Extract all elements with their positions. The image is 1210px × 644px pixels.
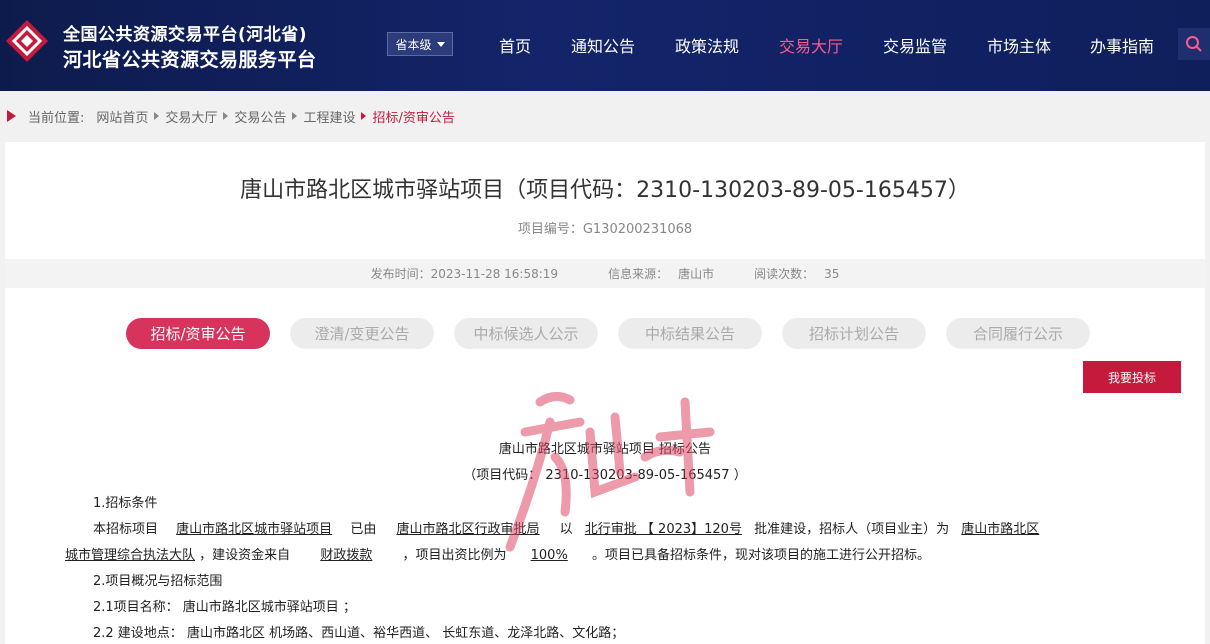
tab-clarification[interactable]: 澄清/变更公告 xyxy=(290,318,434,349)
publish-time: 发布时间：2023-11-28 16:58:19 xyxy=(370,267,559,281)
breadcrumb-separator-icon xyxy=(292,112,298,120)
doc-approval-doc: 北行审批 【 2023】120号 xyxy=(584,522,742,537)
nav-notices[interactable]: 通知公告 xyxy=(571,33,635,57)
nav-policies[interactable]: 政策法规 xyxy=(675,33,739,57)
paragraph-1-line-2: 城市管理综合执法大队 ，建设资金来自 财政拨款 ，项目出资比例为 100% 。项… xyxy=(65,544,930,563)
breadcrumb: 当前位置: 网站首页 交易大厅 交易公告 工程建设 招标/资审公告 xyxy=(0,104,455,128)
submit-bid-button[interactable]: 我要投标 xyxy=(1083,361,1181,393)
breadcrumb-current: 招标/资审公告 xyxy=(372,110,455,126)
level-select[interactable]: 省本级 xyxy=(387,32,453,56)
chevron-down-icon xyxy=(436,41,445,47)
doc-heading: 唐山市路北区城市驿站项目 招标公告 xyxy=(498,442,712,457)
brand-title-2: 河北省公共资源交易服务平台 xyxy=(63,49,317,71)
tab-candidates[interactable]: 中标候选人公示 xyxy=(454,318,598,349)
doc-text: 已由 xyxy=(350,522,377,537)
doc-fund-source: 财政拨款 xyxy=(320,548,373,563)
nav-trading-hall[interactable]: 交易大厅 xyxy=(779,33,843,57)
tab-tender-notice[interactable]: 招标/资审公告 xyxy=(126,318,270,349)
nav-guide[interactable]: 办事指南 xyxy=(1090,33,1154,57)
nav-supervision[interactable]: 交易监管 xyxy=(883,33,947,57)
breadcrumb-trading-hall[interactable]: 交易大厅 xyxy=(165,107,217,126)
doc-fund-ratio: 100% xyxy=(530,548,568,563)
doc-project-name: 唐山市路北区城市驿站项目 xyxy=(176,522,333,537)
announcement-tabs: 招标/资审公告 澄清/变更公告 中标候选人公示 中标结果公告 招标计划公告 合同… xyxy=(126,318,1090,349)
doc-code-line: （项目代码： 2310-130203-89-05-165457 ） xyxy=(463,468,747,483)
source-label: 信息来源： xyxy=(608,267,669,281)
tab-plan[interactable]: 招标计划公告 xyxy=(782,318,926,349)
article-title: 唐山市路北区城市驿站项目（项目代码：2310-130203-89-05-1654… xyxy=(240,178,970,203)
article-panel: 唐山市路北区城市驿站项目（项目代码：2310-130203-89-05-1654… xyxy=(5,142,1205,644)
location-arrow-icon xyxy=(7,110,16,122)
breadcrumb-announcements[interactable]: 交易公告 xyxy=(234,107,286,126)
nav-home[interactable]: 首页 xyxy=(499,33,531,57)
doc-owner-cont: 城市管理综合执法大队 xyxy=(65,548,196,563)
breadcrumb-prefix: 当前位置: xyxy=(28,110,85,126)
doc-text: 本招标项目 xyxy=(93,522,159,537)
source-value: 唐山市 xyxy=(678,267,715,281)
nav-market-entities[interactable]: 市场主体 xyxy=(987,33,1051,57)
paragraph-1-line-1: 本招标项目 唐山市路北区城市驿站项目 已由 唐山市路北区行政审批局 以 北行审批… xyxy=(93,518,1047,537)
section-2-2: 2.2 建设地点： 唐山市路北区 机场路、西山道、裕华西道、 长虹东道、龙泽北路… xyxy=(93,626,625,641)
doc-text: ，建设资金来自 xyxy=(199,548,291,563)
section-2-1: 2.1项目名称： 唐山市路北区城市驿站项目 ； xyxy=(93,600,356,615)
views-label: 阅读次数： xyxy=(754,267,815,281)
search-button[interactable] xyxy=(1178,28,1210,60)
views-count: 35 xyxy=(824,266,840,281)
doc-text: 以 xyxy=(559,522,573,537)
search-icon xyxy=(1186,36,1202,52)
breadcrumb-separator-icon xyxy=(223,112,229,120)
doc-approver: 唐山市路北区行政审批局 xyxy=(396,522,540,537)
doc-owner: 唐山市路北区 xyxy=(961,522,1040,537)
article-meta: 发布时间：2023-11-28 16:58:19 信息来源： 唐山市 阅读次数：… xyxy=(5,259,1205,288)
site-header: 全国公共资源交易平台(河北省) 河北省公共资源交易服务平台 省本级 首页 通知公… xyxy=(0,0,1210,91)
section-2-title: 2.项目概况与招标范围 xyxy=(93,574,223,589)
breadcrumb-separator-icon xyxy=(154,112,160,120)
doc-text: 。项目已具备招标条件，现对该项目的施工进行公开招标。 xyxy=(591,548,930,563)
doc-text: 批准建设，招标人（项目业主）为 xyxy=(754,522,950,537)
breadcrumb-home[interactable]: 网站首页 xyxy=(96,107,148,126)
level-select-value: 省本级 xyxy=(395,37,432,52)
site-logo-icon[interactable] xyxy=(4,18,50,64)
tab-contract[interactable]: 合同履行公示 xyxy=(946,318,1090,349)
section-1-title: 1.招标条件 xyxy=(93,496,158,511)
doc-text: ，项目出资比例为 xyxy=(402,548,507,563)
brand-title-1: 全国公共资源交易平台(河北省) xyxy=(63,25,308,45)
breadcrumb-construction[interactable]: 工程建设 xyxy=(303,107,355,126)
tab-result[interactable]: 中标结果公告 xyxy=(618,318,762,349)
project-number: 项目编号：G130200231068 xyxy=(517,222,693,237)
breadcrumb-separator-icon xyxy=(361,112,367,120)
